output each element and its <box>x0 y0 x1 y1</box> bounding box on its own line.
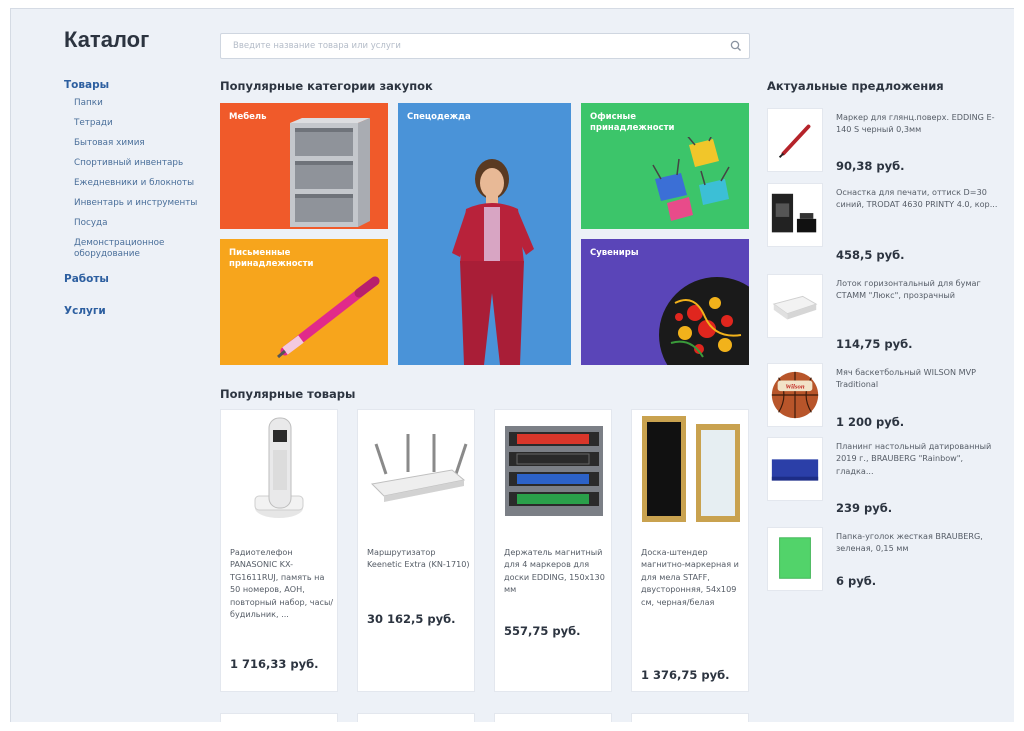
offer-title-stamp: Оснастка для печати, оттиск D=30 синий, … <box>836 187 998 210</box>
marker-thumb <box>767 108 823 172</box>
offer-title-tray: Лоток горизонтальный для бумаг СТАММ "Лю… <box>836 278 981 301</box>
sidebar-works-link[interactable]: Работы <box>64 273 214 285</box>
sidebar-item-sports-equipment[interactable]: Спортивный инвентарь <box>74 158 214 169</box>
product-price-phone: 1 716,33 руб. <box>230 657 319 671</box>
sidebar-item-diaries[interactable]: Ежедневники и блокноты <box>74 178 214 189</box>
page-frame: Каталог Товары Папки Тетради Бытовая хим… <box>10 8 1014 722</box>
search-box[interactable] <box>220 33 750 59</box>
product-price-router: 30 162,5 руб. <box>367 612 456 626</box>
ball-brand-text: Wilson <box>785 384 805 391</box>
product-card-partial[interactable] <box>357 713 475 722</box>
offer-item-planner[interactable]: Планинг настольный датированный 2019 г.,… <box>767 437 1002 515</box>
shelf-image <box>290 118 370 227</box>
product-card-partial[interactable] <box>631 713 749 722</box>
product-card-partial[interactable] <box>494 713 612 722</box>
green-folder-thumb <box>767 527 823 591</box>
offer-price-folder: 6 руб. <box>836 574 877 588</box>
woman-in-uniform-image <box>452 159 534 365</box>
offer-title-planner: Планинг настольный датированный 2019 г.,… <box>836 441 992 476</box>
product-price-board-stand: 1 376,75 руб. <box>641 668 730 682</box>
catalog-sidebar: Товары Папки Тетради Бытовая химия Спорт… <box>64 79 214 324</box>
offer-title-folder: Папка-уголок жесткая BRAUBERG, зеленая, … <box>836 531 983 554</box>
offer-price-tray: 114,75 руб. <box>836 337 913 351</box>
phone-image <box>254 417 304 518</box>
sidebar-item-household-chemicals[interactable]: Бытовая химия <box>74 138 214 149</box>
offer-title-marker: Маркер для глянц.поверх. EDDING E-140 S … <box>836 112 995 135</box>
binder-clips-image <box>652 137 730 221</box>
product-card-board-stand[interactable]: Доска-штендер магнитно-маркерная и для м… <box>631 409 749 692</box>
category-tile-workwear[interactable]: Спецодежда <box>398 103 571 365</box>
search-input[interactable] <box>221 34 749 58</box>
board-stand-image <box>642 416 740 522</box>
category-label-writing-supplies: Письменные принадлежности <box>229 248 314 269</box>
product-price-marker-holder: 557,75 руб. <box>504 624 581 638</box>
category-tile-writing-supplies[interactable]: Письменные принадлежности <box>220 239 388 365</box>
offer-price-ball: 1 200 руб. <box>836 415 905 429</box>
marker-holder-image <box>505 426 603 516</box>
painted-tray-image <box>659 277 749 365</box>
product-card-marker-holder[interactable]: Держатель магнитный для 4 маркеров для д… <box>494 409 612 692</box>
sidebar-item-tools[interactable]: Инвентарь и инструменты <box>74 198 214 209</box>
offer-title-ball: Мяч баскетбольный WILSON MVP Traditional <box>836 367 977 390</box>
stamp-thumb <box>767 183 823 247</box>
category-tile-souvenirs[interactable]: Сувениры <box>581 239 749 365</box>
offer-price-planner: 239 руб. <box>836 501 893 515</box>
offer-item-folder[interactable]: Папка-уголок жесткая BRAUBERG, зеленая, … <box>767 527 1002 591</box>
category-tile-office-supplies[interactable]: Офисные принадлежности <box>581 103 749 229</box>
product-title-board-stand: Доска-штендер магнитно-маркерная и для м… <box>641 547 739 607</box>
category-tile-furniture[interactable]: Мебель <box>220 103 388 229</box>
category-label-workwear: Спецодежда <box>407 112 471 122</box>
offer-price-stamp: 458,5 руб. <box>836 248 905 262</box>
category-label-office-supplies: Офисные принадлежности <box>590 112 675 133</box>
product-title-phone: Радиотелефон PANASONIC KX-TG1611RUJ, пам… <box>230 547 334 620</box>
offer-item-stamp[interactable]: Оснастка для печати, оттиск D=30 синий, … <box>767 183 1002 262</box>
category-label-souvenirs: Сувениры <box>590 248 639 258</box>
product-title-router: Маршрутизатор Keenetic Extra (KN-1710) <box>367 547 470 570</box>
basketball-thumb: Wilson <box>767 363 823 427</box>
router-image <box>370 434 468 502</box>
offers-heading: Актуальные предложения <box>767 79 944 93</box>
page-title: Каталог <box>64 27 150 52</box>
popular-goods-heading: Популярные товары <box>220 387 356 401</box>
sidebar-item-demo-equipment[interactable]: Демонстрационное оборудование <box>74 238 214 259</box>
offer-item-tray[interactable]: Лоток горизонтальный для бумаг СТАММ "Лю… <box>767 274 1002 351</box>
sidebar-services-link[interactable]: Услуги <box>64 305 214 317</box>
search-icon[interactable] <box>729 39 743 53</box>
planner-thumb <box>767 437 823 501</box>
offer-price-marker: 90,38 руб. <box>836 159 905 173</box>
sidebar-item-dishes[interactable]: Посуда <box>74 218 214 229</box>
pen-image <box>277 276 380 359</box>
product-title-marker-holder: Держатель магнитный для 4 маркеров для д… <box>504 547 605 595</box>
sidebar-goods-list: Папки Тетради Бытовая химия Спортивный и… <box>74 98 214 259</box>
offer-item-marker[interactable]: Маркер для глянц.поверх. EDDING E-140 S … <box>767 108 1002 173</box>
sidebar-item-notebooks[interactable]: Тетради <box>74 118 214 129</box>
categories-heading: Популярные категории закупок <box>220 79 433 93</box>
sidebar-item-folders[interactable]: Папки <box>74 98 214 109</box>
offer-item-ball[interactable]: Wilson Мяч баскетбольный WILSON MVP Trad… <box>767 363 1002 429</box>
paper-tray-thumb <box>767 274 823 338</box>
product-card-phone[interactable]: Радиотелефон PANASONIC KX-TG1611RUJ, пам… <box>220 409 338 692</box>
sidebar-goods-link[interactable]: Товары <box>64 79 214 91</box>
product-card-router[interactable]: Маршрутизатор Keenetic Extra (KN-1710) 3… <box>357 409 475 692</box>
product-card-partial[interactable] <box>220 713 338 722</box>
